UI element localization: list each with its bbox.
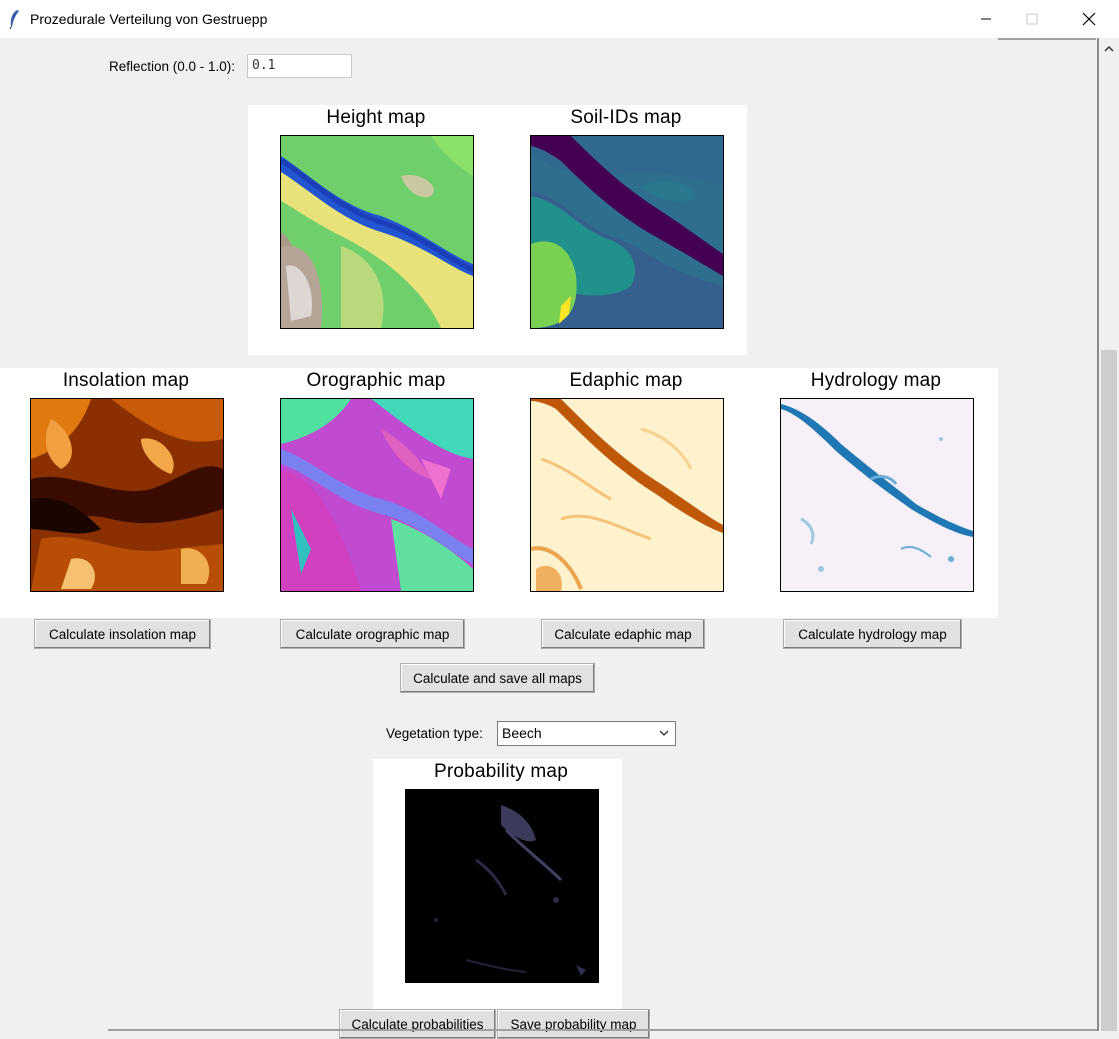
window-title: Prozedurale Verteilung von Gestruepp <box>30 11 268 27</box>
close-icon <box>1082 12 1096 26</box>
soil-map-image <box>530 135 724 329</box>
edaphic-map-image <box>530 398 724 592</box>
chevron-up-icon <box>1104 45 1114 52</box>
vegetation-type-label: Vegetation type: <box>386 726 483 741</box>
calculate-hydrology-button[interactable]: Calculate hydrology map <box>783 619 962 649</box>
chevron-down-icon <box>659 730 669 736</box>
frame-edge <box>998 38 1096 40</box>
orographic-map-title: Orographic map <box>306 370 446 391</box>
calculate-orographic-button[interactable]: Calculate orographic map <box>280 619 465 649</box>
insolation-map-title: Insolation map <box>62 370 190 391</box>
scroll-up-button[interactable] <box>1099 40 1119 58</box>
vegetation-type-value: Beech <box>502 725 542 741</box>
hydrology-map-image <box>780 398 974 592</box>
scroll-thumb[interactable] <box>1101 350 1117 1031</box>
maximize-button[interactable] <box>1009 0 1055 38</box>
probability-map-image <box>405 789 599 983</box>
soil-map-title: Soil-IDs map <box>570 107 682 128</box>
title-bar: Prozedurale Verteilung von Gestruepp <box>0 0 1119 38</box>
reflection-label: Reflection (0.0 - 1.0): <box>109 59 236 74</box>
calculate-save-all-button[interactable]: Calculate and save all maps <box>400 663 595 693</box>
close-button[interactable] <box>1066 0 1112 38</box>
calculate-probabilities-button[interactable]: Calculate probabilities <box>339 1009 496 1039</box>
calculate-insolation-button[interactable]: Calculate insolation map <box>34 619 211 649</box>
orographic-map-image <box>280 398 474 592</box>
calculate-edaphic-button[interactable]: Calculate edaphic map <box>541 619 705 649</box>
minimize-icon <box>981 18 991 20</box>
minimize-button[interactable] <box>963 0 1009 38</box>
reflection-input[interactable]: 0.1 <box>247 54 352 78</box>
height-map-image <box>280 135 474 329</box>
feather-icon <box>9 10 19 29</box>
edaphic-map-title: Edaphic map <box>569 370 683 391</box>
vertical-scrollbar[interactable] <box>1097 38 1119 1031</box>
probability-map-title: Probability map <box>434 761 568 782</box>
save-probability-map-button[interactable]: Save probability map <box>497 1009 650 1039</box>
insolation-map-image <box>30 398 224 592</box>
height-map-title: Height map <box>326 107 426 128</box>
vegetation-type-select[interactable]: Beech <box>497 721 676 746</box>
hydrology-map-title: Hydrology map <box>810 370 942 391</box>
maximize-icon <box>1026 13 1038 25</box>
